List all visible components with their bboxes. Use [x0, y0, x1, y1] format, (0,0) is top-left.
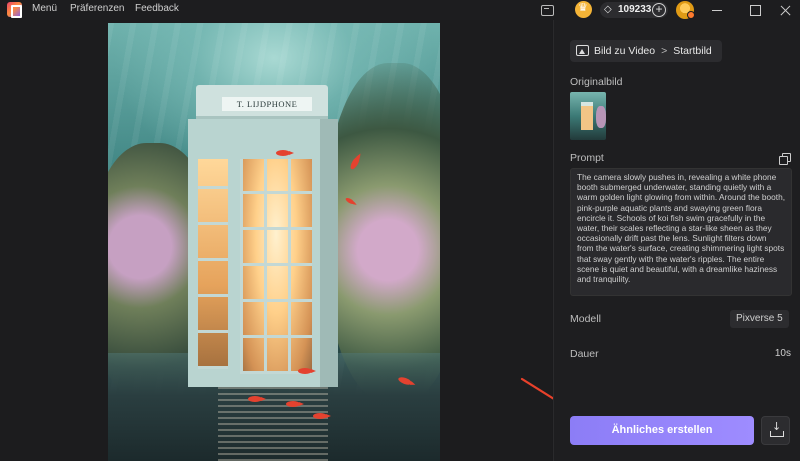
close-icon[interactable]	[770, 0, 800, 20]
preview-image: T. LIJDPHONE	[108, 23, 440, 461]
foliage-right	[325, 63, 440, 403]
model-value: Pixverse 5	[730, 310, 789, 328]
minimize-icon[interactable]	[702, 0, 732, 20]
title-bar: Menü Präferenzen Feedback ◇ 109233 +	[0, 0, 800, 20]
app-logo-icon[interactable]	[7, 2, 22, 18]
copy-icon[interactable]	[779, 153, 791, 165]
koi-fish	[248, 396, 266, 402]
breadcrumb-mode: Bild zu Video	[594, 45, 656, 57]
create-similar-button[interactable]: Ähnliches erstellen	[570, 416, 754, 445]
duration-value: 10s	[774, 348, 791, 359]
menu-item-feedback[interactable]: Feedback	[135, 3, 179, 14]
duration-label: Dauer	[570, 348, 599, 360]
booth-roof: T. LIJDPHONE	[196, 85, 328, 119]
menu-item-preferences[interactable]: Präferenzen	[70, 3, 124, 14]
breadcrumb-current: Startbild	[673, 45, 712, 57]
settings-panel: Bild zu Video > Startbild Originalbild Pro…	[553, 20, 800, 461]
preview-area: T. LIJDPHONE	[0, 20, 552, 461]
plus-icon[interactable]: +	[652, 3, 666, 17]
booth-sign: T. LIJDPHONE	[222, 97, 312, 111]
image-to-video-icon	[576, 45, 589, 56]
monitor-icon[interactable]	[539, 2, 555, 18]
phone-booth: T. LIJDPHONE	[188, 85, 338, 387]
maximize-icon[interactable]	[739, 0, 769, 20]
koi-fish	[286, 401, 304, 407]
breadcrumb-separator: >	[661, 45, 668, 57]
prompt-text[interactable]: The camera slowly pushes in, revealing a…	[570, 168, 792, 296]
prompt-label: Prompt	[570, 152, 604, 164]
koi-fish	[313, 413, 331, 419]
menu-item-menu[interactable]: Menü	[32, 3, 57, 14]
avatar[interactable]	[676, 1, 695, 19]
booth-window-center	[240, 159, 312, 374]
koi-fish	[298, 368, 316, 374]
credits-badge: ◇ 109233 +	[600, 2, 668, 18]
download-icon	[770, 420, 784, 437]
download-button[interactable]	[761, 416, 790, 445]
original-image-label: Originalbild	[570, 76, 623, 88]
diamond-icon: ◇	[604, 4, 612, 15]
original-image-thumbnail[interactable]	[570, 92, 606, 140]
crown-icon[interactable]	[575, 1, 592, 18]
booth-body	[188, 119, 338, 387]
credits-value: 109233	[618, 4, 652, 15]
model-label: Modell	[570, 313, 601, 325]
breadcrumb[interactable]: Bild zu Video > Startbild	[570, 40, 722, 62]
koi-fish	[276, 150, 294, 156]
booth-window-left	[198, 159, 228, 369]
